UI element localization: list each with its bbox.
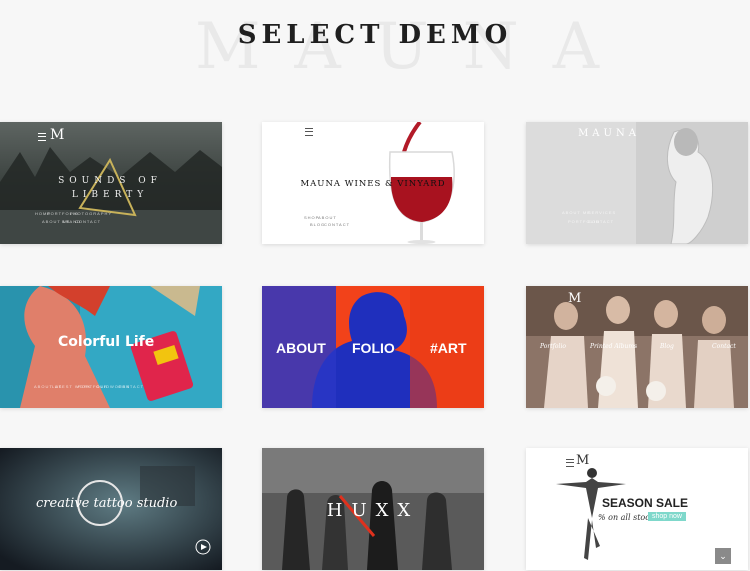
nav-item: Contact [712,343,736,350]
menu-icon [305,128,313,136]
nav-item: SERVICES [588,210,617,215]
shop-now-button[interactable]: shop now [648,512,686,521]
demo-subtitle: % on all stock [598,513,655,522]
scroll-top-button[interactable]: ⌄ [715,548,731,564]
demo-card-tattoo-studio[interactable]: creative tattoo studio [0,448,222,570]
demo-title: Colorful Life [58,334,155,350]
nav-item: BLOG [310,222,326,227]
demo-card-wedding[interactable]: M Portfolio Printed Albums Blog Contact [526,286,748,408]
nav-item: Blog [660,343,674,350]
page-title: SELECT DEMO [237,20,513,50]
demo-word-art: #ART [430,340,467,356]
demo-title: creative tattoo studio [36,496,178,511]
nav-item: PHOTOGRAPHY [70,211,113,216]
logo: M [576,453,590,468]
logo: M [568,291,582,306]
demo-card-mauna-model[interactable]: MAUNA ABOUT ME SERVICES PORTFOLIO CONTAC… [526,122,748,244]
demo-title: MAUNA WINES & VINYARD [300,179,446,189]
nav-item: CONTACT [118,384,145,389]
demo-card-huxx[interactable]: HUXX [262,448,484,570]
demo-title: SEASON SALE [602,496,689,510]
nav-item: CONTACT [75,219,102,224]
demo-card-colorful-life[interactable]: Colorful Life ABOUT US LATEST WORK PORTF… [0,286,222,408]
chevron-down-icon: ⌄ [719,551,727,561]
demo-title: HUXX [326,500,420,521]
demo-title: MAUNA [578,128,640,139]
demo-card-sounds-of-liberty[interactable]: M SOUNDS OF LIBERTY HOME PORTFOLIO PHOTO… [0,122,222,244]
demo-title: SOUNDS OF LIBERTY [58,176,162,200]
nav-item: ABOUT ME [562,210,591,215]
page-header: MAUNA SELECT DEMO [0,0,750,90]
demo-word-about: ABOUT [276,340,326,356]
nav-item: ABOUT [318,215,337,220]
nav-item: Portfolio [540,343,566,350]
demo-word-folio: FOLIO [352,340,395,356]
demo-card-about-folio-art[interactable]: ABOUT FOLIO #ART [262,286,484,408]
nav-item: CONTACT [588,219,615,224]
demo-thumbnail-model [526,122,748,244]
menu-icon [566,459,574,467]
nav-item: Printed Albums [590,343,638,350]
menu-icon [38,133,46,141]
logo: M [50,127,65,143]
demo-card-mauna-wines[interactable]: MAUNA WINES & VINYARD SHOP ABOUT BLOG CO… [262,122,484,244]
nav-item: CONTACT [324,222,351,227]
